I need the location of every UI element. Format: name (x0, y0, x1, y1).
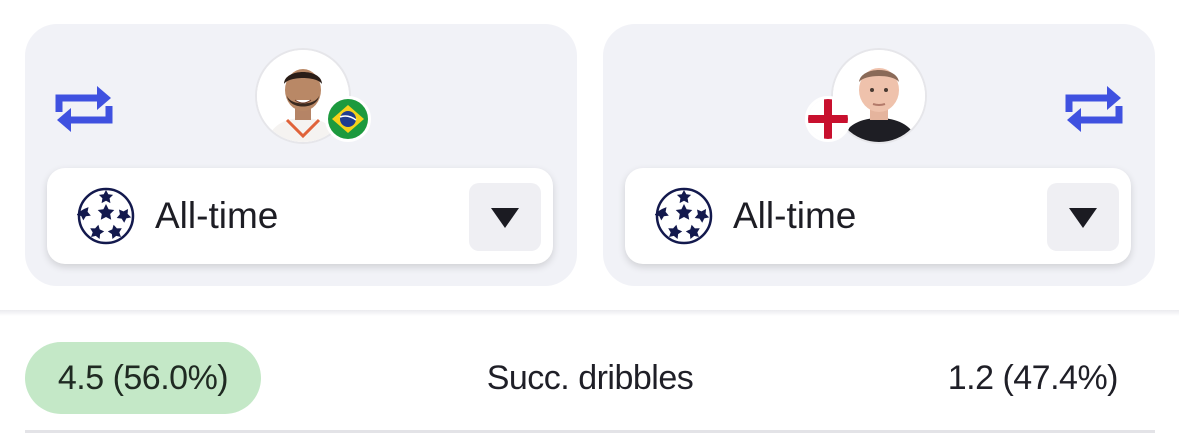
right-player-panel: All-time (603, 24, 1155, 286)
caret-down-icon (491, 208, 519, 228)
champions-league-icon (77, 187, 135, 245)
caret-down-icon (1069, 208, 1097, 228)
england-flag-icon (805, 96, 851, 142)
row-divider (25, 430, 1155, 433)
header-divider (0, 310, 1179, 316)
brazil-flag-icon (325, 96, 371, 142)
champions-league-icon (655, 187, 713, 245)
season-selector[interactable]: All-time (625, 168, 1131, 264)
stat-row: 4.5 (56.0%) Succ. dribbles 1.2 (47.4%) (25, 342, 1155, 416)
season-selector[interactable]: All-time (47, 168, 553, 264)
swap-icon[interactable] (1063, 78, 1125, 140)
swap-icon[interactable] (53, 78, 115, 140)
dropdown-toggle-button[interactable] (469, 183, 541, 251)
left-stat-value: 4.5 (56.0%) (25, 342, 261, 414)
dropdown-toggle-button[interactable] (1047, 183, 1119, 251)
left-player-panel: All-time (25, 24, 577, 286)
player-compare-header: All-time All-time (0, 0, 1179, 310)
season-selector-label: All-time (733, 195, 857, 236)
stat-name: Succ. dribbles (486, 359, 694, 397)
season-selector-label: All-time (155, 195, 279, 236)
right-stat-value: 1.2 (47.4%) (947, 359, 1119, 397)
